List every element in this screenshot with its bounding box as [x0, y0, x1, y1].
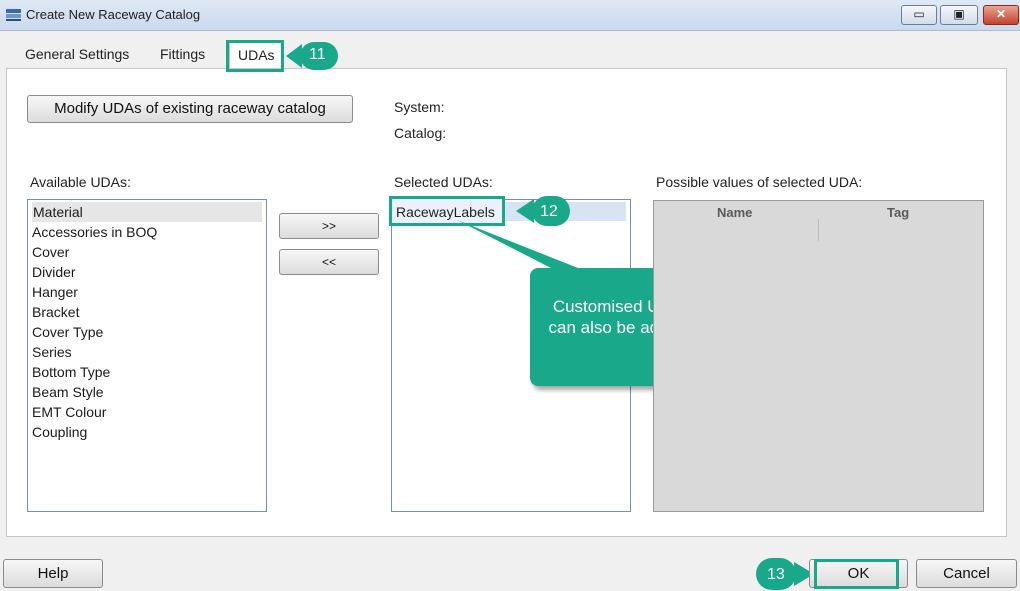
catalog-label: Catalog:: [394, 125, 447, 141]
minimize-button[interactable]: ▭: [901, 5, 937, 25]
possible-values-label: Possible values of selected UDA:: [656, 174, 863, 190]
list-item[interactable]: Accessories in BOQ: [32, 222, 157, 242]
available-udas-label: Available UDAs:: [30, 174, 131, 190]
list-item[interactable]: Beam Style: [32, 382, 104, 402]
callout-11-label: 11: [309, 46, 326, 63]
list-item[interactable]: Bracket: [32, 302, 79, 322]
close-icon: ✕: [995, 7, 1007, 21]
list-item[interactable]: Divider: [32, 262, 76, 282]
maximize-button[interactable]: ▣: [940, 5, 978, 25]
window-title: Create New Raceway Catalog: [26, 7, 201, 22]
list-item[interactable]: Hanger: [32, 282, 78, 302]
ok-button-highlight: [814, 559, 899, 589]
minimize-icon: ▭: [913, 7, 925, 21]
callout-13-label: 13: [767, 566, 785, 583]
grid-column-divider: [818, 219, 819, 241]
add-uda-button[interactable]: >>: [279, 213, 379, 239]
udas-tab-highlight: [226, 40, 284, 72]
title-bar: Create New Raceway Catalog ▭ ▣ ✕: [0, 0, 1020, 31]
tab-fittings[interactable]: Fittings: [160, 46, 205, 62]
selected-udas-label: Selected UDAs:: [394, 174, 493, 190]
available-udas-list[interactable]: Material Accessories in BOQ Cover Divide…: [27, 199, 267, 512]
cancel-button[interactable]: Cancel: [916, 559, 1017, 588]
tab-general-settings[interactable]: General Settings: [25, 46, 129, 62]
modify-udas-button[interactable]: Modify UDAs of existing raceway catalog: [27, 95, 353, 123]
callout-13-shape: [756, 558, 814, 590]
system-label: System:: [394, 99, 445, 115]
list-item[interactable]: Cover: [32, 242, 69, 262]
close-button[interactable]: ✕: [983, 5, 1019, 25]
help-button[interactable]: Help: [3, 559, 103, 588]
grid-header-name[interactable]: Name: [717, 205, 752, 220]
grid-header-tag[interactable]: Tag: [887, 205, 909, 220]
list-item[interactable]: Series: [32, 342, 72, 362]
remove-uda-button[interactable]: <<: [279, 249, 379, 275]
list-item[interactable]: Bottom Type: [32, 362, 110, 382]
list-item[interactable]: Cover Type: [32, 322, 103, 342]
possible-values-grid[interactable]: Name Tag: [653, 200, 984, 512]
list-item[interactable]: EMT Colour: [32, 402, 106, 422]
maximize-icon: ▣: [953, 7, 965, 21]
list-item[interactable]: Material: [32, 202, 262, 222]
list-item[interactable]: Coupling: [32, 422, 87, 442]
app-icon: [6, 9, 21, 21]
